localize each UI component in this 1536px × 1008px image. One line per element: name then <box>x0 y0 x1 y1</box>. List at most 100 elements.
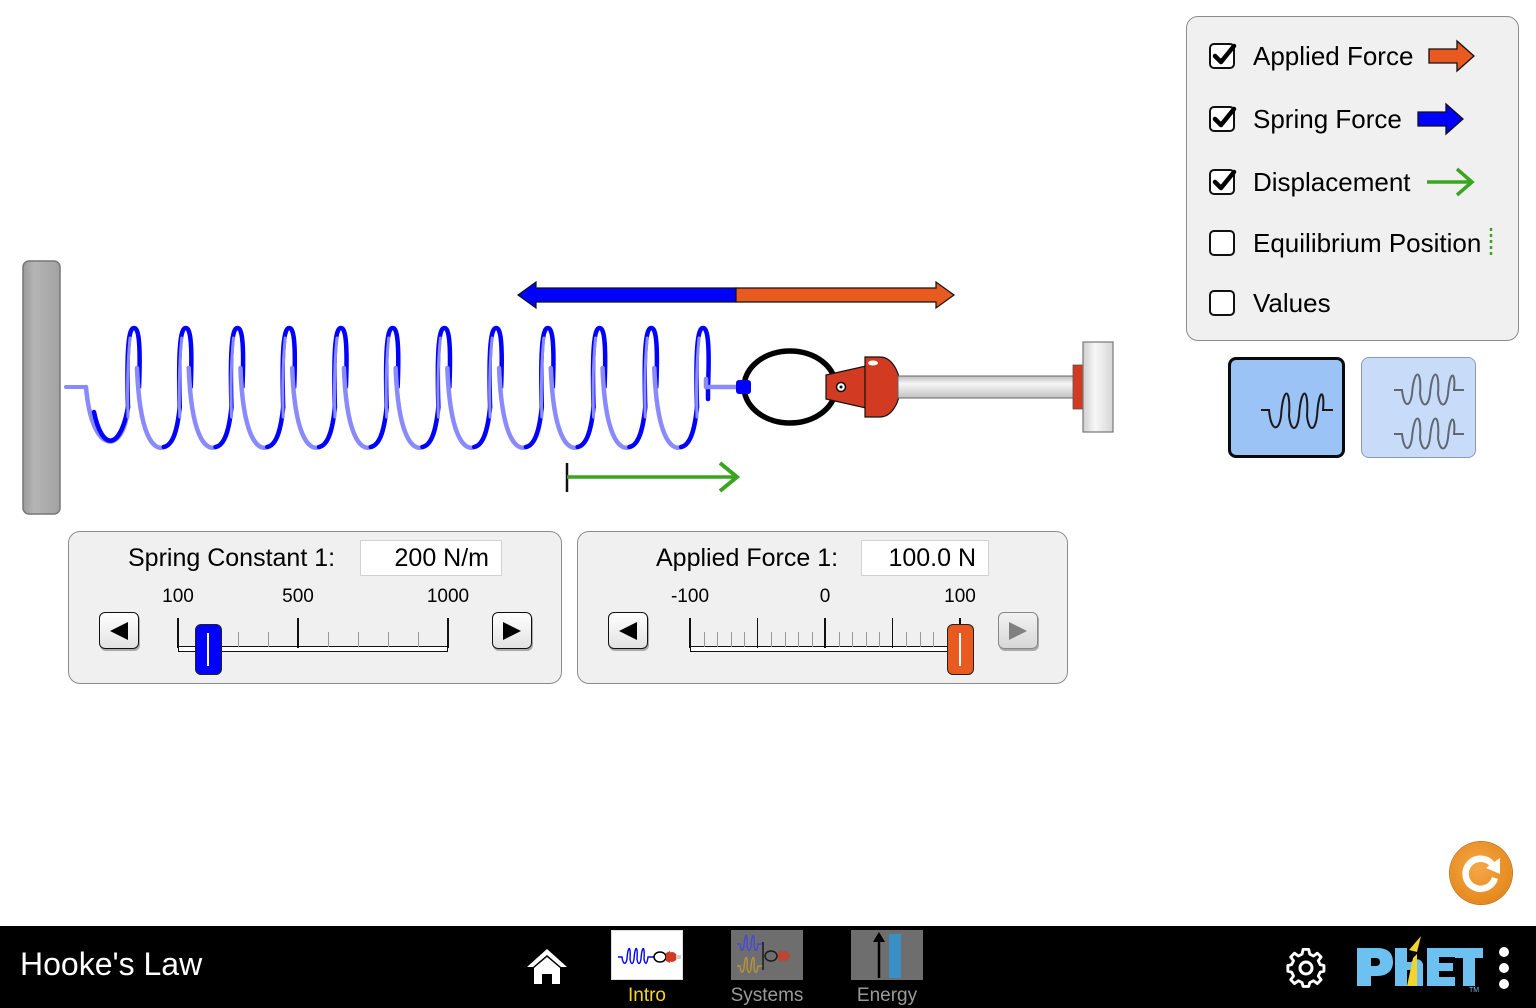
minor-tick <box>771 632 772 647</box>
tab-intro[interactable]: Intro <box>610 930 684 1007</box>
trademark: TM <box>1469 987 1479 994</box>
wall <box>22 260 61 515</box>
applied-force-increment-button[interactable] <box>998 612 1038 649</box>
minor-tick <box>852 632 853 647</box>
spring-force-arrow <box>516 280 737 310</box>
right-triangle-icon <box>503 621 521 640</box>
spring-coil-segment <box>678 404 700 450</box>
intro-screen-icon <box>611 930 683 980</box>
right-triangle-icon <box>1009 621 1027 640</box>
major-tick <box>756 618 759 648</box>
slider-thumb[interactable] <box>194 624 222 675</box>
minor-tick <box>717 632 718 647</box>
systems-screen-icon <box>731 930 803 980</box>
minor-tick <box>238 632 239 647</box>
equilibrium-position-checkbox[interactable]: Equilibrium Position <box>1209 225 1495 261</box>
reset-all-button[interactable] <box>1450 842 1512 904</box>
navigation-bar: Hooke's Law Intro Systems Energy TM <box>0 926 1536 1008</box>
spring-end-node <box>736 380 751 394</box>
spring-constant-slider[interactable]: 100 500 1000 <box>162 532 469 685</box>
displacement-arrow <box>565 461 741 493</box>
spring-constant-increment-button[interactable] <box>492 612 532 649</box>
minor-tick <box>865 632 867 647</box>
checkbox-label: Equilibrium Position <box>1253 227 1482 258</box>
preferences-button[interactable] <box>1285 947 1327 989</box>
more-options-button[interactable] <box>1496 946 1512 990</box>
reset-icon <box>1462 855 1500 892</box>
minor-tick <box>906 632 907 647</box>
major-tick <box>689 618 691 648</box>
checkbox-box[interactable] <box>1209 106 1237 132</box>
spring-force-checkbox[interactable]: Spring Force <box>1209 101 1466 137</box>
spring-coil-segment <box>703 376 743 390</box>
displacement-arrow-icon <box>1426 167 1475 197</box>
minor-tick <box>879 632 880 647</box>
minor-tick <box>358 632 359 647</box>
minor-tick <box>784 632 786 647</box>
checkbox-box[interactable] <box>1209 290 1235 316</box>
minor-tick <box>798 632 799 647</box>
tick-label: -100 <box>670 586 710 607</box>
major-tick <box>891 618 894 648</box>
displacement-checkbox[interactable]: Displacement <box>1209 164 1477 200</box>
one-spring-button[interactable] <box>1228 357 1345 458</box>
tab-label: Energy <box>856 985 918 1006</box>
tick-label: 100 <box>162 586 194 607</box>
spring-constant-decrement-button[interactable] <box>99 612 139 649</box>
double-spring-icon <box>1394 373 1464 450</box>
applied-force-control: Applied Force 1: 100.0 N -100 0 100 <box>577 531 1068 684</box>
left-triangle-icon <box>110 621 128 640</box>
tab-energy[interactable]: Energy <box>850 930 924 1007</box>
checkbox-label: Spring Force <box>1253 103 1402 134</box>
minor-tick <box>418 632 419 647</box>
tick-label: 0 <box>819 586 831 607</box>
home-button[interactable] <box>524 946 570 986</box>
applied-force-arrow-icon <box>1428 39 1476 73</box>
checkbox-label: Applied Force <box>1253 40 1414 71</box>
spring-force-arrow-icon <box>1417 102 1464 136</box>
checkbox-box[interactable] <box>1209 230 1235 256</box>
tab-label: Intro <box>627 985 667 1006</box>
minor-tick <box>919 632 921 647</box>
phet-menu-button[interactable]: TM <box>1355 936 1485 998</box>
checkbox-label: Values <box>1253 287 1331 318</box>
major-tick <box>177 618 179 648</box>
force-arrows <box>516 280 956 310</box>
values-checkbox[interactable]: Values <box>1209 285 1331 321</box>
phet-logo-icon: TM <box>1357 936 1483 994</box>
checkbox-label: Displacement <box>1253 166 1411 197</box>
slider-thumb[interactable] <box>946 624 974 675</box>
spring-constant-control: Spring Constant 1: 200 N/m 100 500 1000 <box>68 531 562 684</box>
spring-coil-segment <box>213 404 234 450</box>
energy-screen-icon <box>851 930 923 980</box>
robot-base-accent <box>1072 364 1085 410</box>
minor-tick <box>328 632 329 647</box>
checkbox-box[interactable] <box>1209 169 1237 195</box>
applied-force-arrow <box>735 280 956 310</box>
spring <box>64 325 743 450</box>
robotic-arm[interactable] <box>736 341 1114 433</box>
minor-tick <box>811 632 813 647</box>
spring-coil-segment <box>471 404 493 450</box>
left-triangle-icon <box>619 621 637 640</box>
robot-base-plate <box>1082 341 1114 433</box>
checkbox-box[interactable] <box>1209 43 1237 69</box>
equilibrium-dotted-line-icon <box>1490 228 1493 258</box>
tab-systems[interactable]: Systems <box>730 930 804 1007</box>
applied-force-decrement-button[interactable] <box>608 612 648 649</box>
spring-coil-segment <box>420 404 441 450</box>
major-tick <box>824 618 826 648</box>
gear-icon <box>1286 947 1326 988</box>
applied-force-checkbox[interactable]: Applied Force <box>1209 38 1477 74</box>
minor-tick <box>933 632 934 647</box>
minor-tick <box>730 632 732 647</box>
tick-label: 500 <box>282 586 314 607</box>
visibility-panel: Applied Force Spring Force Displacement … <box>1186 16 1519 341</box>
two-springs-button[interactable] <box>1361 357 1476 458</box>
major-tick <box>447 618 449 648</box>
minor-tick <box>268 632 269 647</box>
robot-head <box>864 356 901 418</box>
applied-force-slider[interactable]: -100 0 100 <box>671 532 976 685</box>
robot-rod <box>897 375 1076 399</box>
spring-coil-segment <box>265 404 286 450</box>
